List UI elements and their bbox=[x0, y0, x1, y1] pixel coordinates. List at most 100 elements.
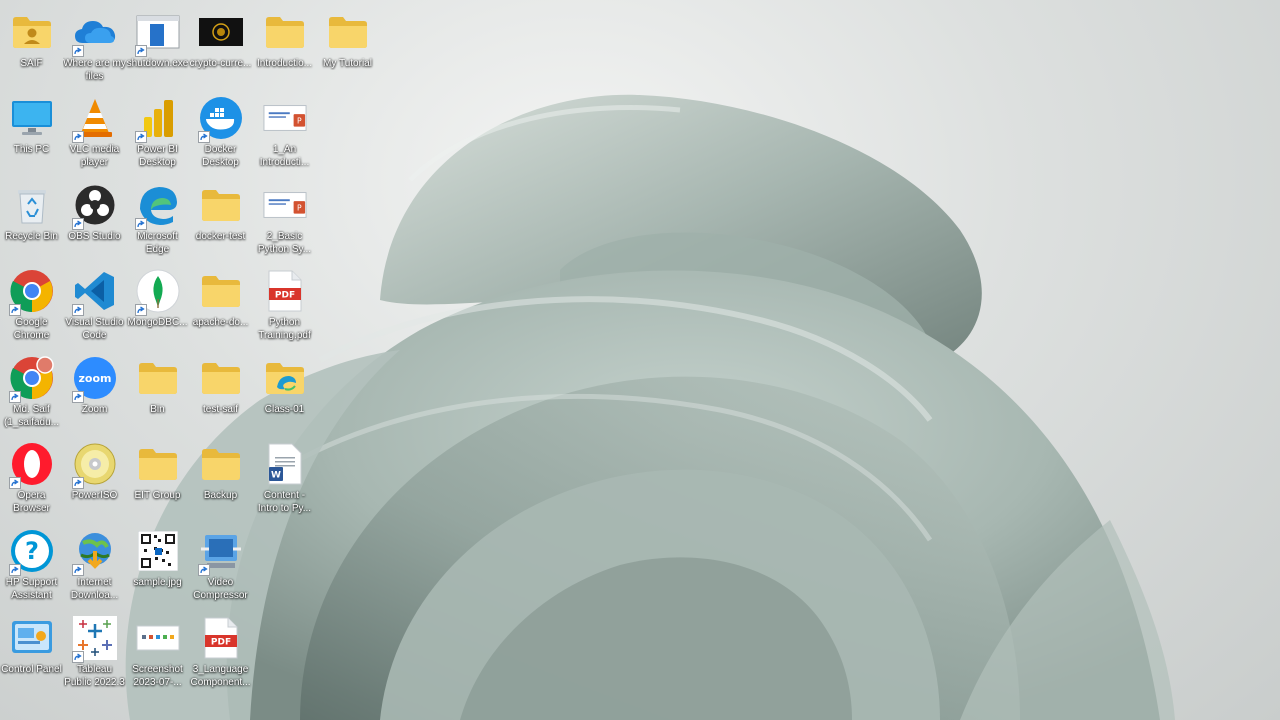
desktop-icon-power-bi-desktop[interactable]: Power BI Desktop bbox=[126, 92, 189, 178]
desktop-icon-label: Microsoft Edge bbox=[137, 231, 178, 255]
desktop-icon-screenshot-2023-07[interactable]: Screenshot 2023-07-... bbox=[126, 612, 189, 698]
chrome-browser-icon bbox=[8, 269, 54, 316]
obs-studio-icon bbox=[71, 183, 117, 230]
recycle-bin-icon bbox=[10, 183, 54, 227]
desktop-icon-where-are-my-files[interactable]: Where are my files bbox=[63, 6, 126, 92]
svg-text:zoom: zoom bbox=[78, 372, 111, 385]
desktop-icon-poweriso[interactable]: PowerISO bbox=[63, 438, 126, 524]
desktop-icon-md-saif-1-saifadu[interactable]: Md. Saif (1_saifadu... bbox=[0, 352, 63, 438]
video-compressor-icon bbox=[197, 529, 243, 576]
desktop-icon-label: PowerISO bbox=[71, 490, 118, 501]
svg-text:W: W bbox=[271, 471, 281, 481]
shortcut-arrow-icon bbox=[134, 45, 147, 57]
chrome-profile-icon bbox=[8, 356, 54, 403]
desktop-icon-label: Opera Browser bbox=[13, 490, 50, 514]
desktop-icon-my-tutorial[interactable]: My Tutorial bbox=[316, 6, 379, 92]
shortcut-arrow-icon bbox=[71, 651, 84, 663]
desktop-icon-label: Zoom bbox=[81, 404, 108, 415]
svg-text:?: ? bbox=[25, 537, 39, 565]
svg-text:PDF: PDF bbox=[274, 291, 294, 301]
desktop-icon-label: HP Support Assistant bbox=[5, 577, 58, 601]
desktop-icon-label: EIT Group bbox=[134, 490, 181, 501]
shortcut-arrow-icon bbox=[71, 218, 84, 230]
desktop-icon-label: 2_Basic Python Sy... bbox=[257, 231, 312, 255]
shortcut-arrow-icon bbox=[134, 304, 147, 316]
shortcut-arrow-icon bbox=[197, 131, 210, 143]
desktop-icon-microsoft-edge[interactable]: Microsoft Edge bbox=[126, 179, 189, 265]
desktop-icon-label: SAIF bbox=[20, 58, 43, 69]
desktop-icon-3-language-component[interactable]: PDF 3_Language Component... bbox=[189, 612, 252, 698]
desktop-icon-1-an-introducti[interactable]: P 1_An Introducti... bbox=[253, 92, 316, 178]
desktop-icon-video-compressor[interactable]: Video Compressor bbox=[189, 525, 252, 611]
desktop-icon-label: Bin bbox=[150, 404, 165, 415]
shortcut-arrow-icon bbox=[8, 304, 21, 316]
desktop-icon-2-basic-python-sy[interactable]: P 2_Basic Python Sy... bbox=[253, 179, 316, 265]
desktop-icon-label: Backup bbox=[203, 490, 238, 501]
desktop-icon-zoom[interactable]: zoom Zoom bbox=[63, 352, 126, 438]
desktop-icon-label: VLC media player bbox=[69, 144, 120, 168]
shortcut-arrow-icon bbox=[71, 131, 84, 143]
desktop-icon-label: Class-01 bbox=[264, 404, 305, 415]
desktop-icon-docker-desktop[interactable]: Docker Desktop bbox=[189, 92, 252, 178]
desktop-icon-sample-jpg[interactable]: sample.jpg bbox=[126, 525, 189, 611]
poweriso-disc-icon bbox=[71, 442, 117, 489]
desktop[interactable]: SAIF This PC Recycle Bin Google Chrome Md. S… bbox=[0, 0, 1280, 720]
desktop-icon-internet-downloa[interactable]: Internet Downloa... bbox=[63, 525, 126, 611]
edge-folder-icon bbox=[263, 356, 307, 400]
desktop-icon-content-intro-to-py[interactable]: W Content - Intro to Py... bbox=[253, 438, 316, 524]
desktop-icon-class-01[interactable]: Class-01 bbox=[253, 352, 316, 438]
shortcut-arrow-icon bbox=[71, 45, 84, 57]
qr-code-image-icon bbox=[136, 529, 180, 573]
desktop-icon-control-panel[interactable]: Control Panel bbox=[0, 612, 63, 698]
desktop-icon-saif[interactable]: SAIF bbox=[0, 6, 63, 92]
desktop-icon-label: test-saif bbox=[202, 404, 238, 415]
desktop-icon-opera-browser[interactable]: Opera Browser bbox=[0, 438, 63, 524]
desktop-icon-tableau-public-2022-3[interactable]: Tableau Public 2022.3 bbox=[63, 612, 126, 698]
zoom-app-icon: zoom bbox=[71, 356, 117, 403]
desktop-icon-google-chrome[interactable]: Google Chrome bbox=[0, 265, 63, 351]
desktop-icon-label: Screenshot 2023-07-... bbox=[132, 664, 183, 688]
svg-text:P: P bbox=[297, 204, 302, 213]
desktop-icon-apache-do[interactable]: apache-do... bbox=[189, 265, 252, 351]
svg-text:P: P bbox=[297, 117, 302, 126]
desktop-icon-hp-support-assistant[interactable]: ? HP Support Assistant bbox=[0, 525, 63, 611]
desktop-icon-vlc-media-player[interactable]: VLC media player bbox=[63, 92, 126, 178]
folder-icon bbox=[136, 356, 180, 400]
desktop-icon-backup[interactable]: Backup bbox=[189, 438, 252, 524]
shortcut-arrow-icon bbox=[197, 564, 210, 576]
desktop-icon-shutdown-exe[interactable]: shutdown.exe bbox=[126, 6, 189, 92]
desktop-icon-eit-group[interactable]: EIT Group bbox=[126, 438, 189, 524]
desktop-icon-label: Google Chrome bbox=[13, 317, 50, 341]
desktop-icon-label: This PC bbox=[13, 144, 50, 155]
desktop-icon-label: Tableau Public 2022.3 bbox=[64, 664, 125, 688]
folder-icon bbox=[199, 269, 243, 313]
folder-icon bbox=[199, 442, 243, 486]
desktop-icon-bin[interactable]: Bin bbox=[126, 352, 189, 438]
shortcut-arrow-icon bbox=[8, 391, 21, 403]
onedrive-icon bbox=[71, 10, 117, 57]
desktop-icon-visual-studio-code[interactable]: Visual Studio Code bbox=[63, 265, 126, 351]
desktop-icon-label: Video Compressor bbox=[193, 577, 248, 601]
desktop-icon-obs-studio[interactable]: OBS Studio bbox=[63, 179, 126, 265]
shortcut-arrow-icon bbox=[134, 218, 147, 230]
desktop-icon-label: Visual Studio Code bbox=[65, 317, 124, 341]
desktop-icon-label: Docker Desktop bbox=[202, 144, 239, 168]
desktop-icon-label: My Tutorial bbox=[323, 58, 372, 69]
desktop-icon-python-training-pdf[interactable]: PDF Python Training.pdf bbox=[253, 265, 316, 351]
user-folder-icon bbox=[10, 10, 54, 54]
desktop-icon-mongodbc[interactable]: MongoDBC... bbox=[126, 265, 189, 351]
desktop-icon-crypto-curre[interactable]: crypto-curre... bbox=[189, 6, 252, 92]
desktop-icon-label: Power BI Desktop bbox=[137, 144, 178, 168]
desktop-icon-this-pc[interactable]: This PC bbox=[0, 92, 63, 178]
help-question-icon: ? bbox=[8, 529, 54, 576]
powerpoint-file-icon: P bbox=[262, 183, 307, 227]
control-panel-icon bbox=[10, 616, 54, 660]
power-bi-icon bbox=[134, 96, 180, 143]
vlc-cone-icon bbox=[71, 96, 117, 143]
desktop-icon-introductio[interactable]: Introductio... bbox=[253, 6, 316, 92]
desktop-icon-test-saif[interactable]: test-saif bbox=[189, 352, 252, 438]
docker-whale-icon bbox=[197, 96, 243, 143]
desktop-icon-recycle-bin[interactable]: Recycle Bin bbox=[0, 179, 63, 265]
desktop-icon-docker-test[interactable]: docker-test bbox=[189, 179, 252, 265]
desktop-icon-label: apache-do... bbox=[192, 317, 249, 328]
